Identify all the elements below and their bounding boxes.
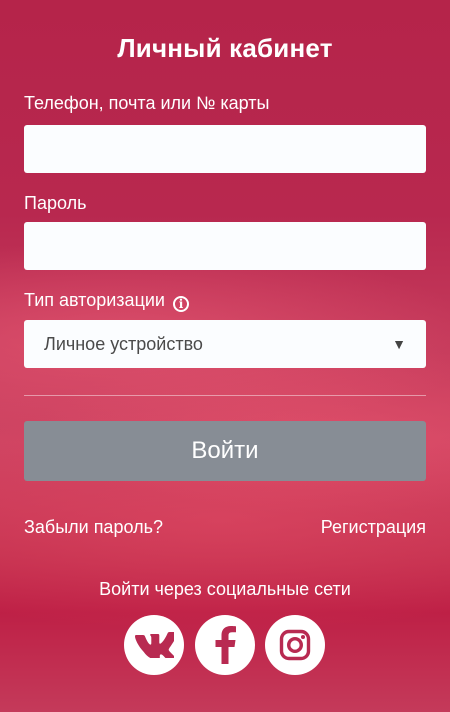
password-input[interactable] — [24, 222, 426, 270]
login-input[interactable] — [24, 125, 426, 173]
login-button[interactable]: Войти — [24, 421, 426, 481]
auth-type-selected-value: Личное устройство — [44, 333, 203, 354]
forgot-password-link[interactable]: Забыли пароль? — [24, 517, 163, 538]
password-field-label: Пароль — [24, 193, 87, 213]
auth-type-label: Тип авторизации — [24, 290, 165, 310]
instagram-login-button[interactable] — [265, 615, 325, 675]
page-title: Личный кабинет — [117, 33, 333, 63]
register-link[interactable]: Регистрация — [321, 517, 426, 538]
vk-login-button[interactable] — [124, 615, 184, 675]
facebook-icon — [215, 626, 236, 664]
login-field-label: Телефон, почта или № карты — [24, 93, 270, 113]
divider — [24, 395, 426, 396]
login-panel: Личный кабинет Телефон, почта или № карт… — [0, 0, 450, 712]
vk-icon — [135, 632, 174, 658]
auth-type-select[interactable]: Личное устройство ▼ — [24, 320, 426, 368]
instagram-icon — [279, 629, 311, 661]
chevron-down-icon: ▼ — [392, 336, 406, 352]
auth-type-label-row: Тип авторизации i — [24, 290, 189, 312]
social-login-title: Войти через социальные сети — [99, 579, 351, 599]
facebook-login-button[interactable] — [195, 615, 255, 675]
info-icon[interactable]: i — [173, 296, 189, 312]
